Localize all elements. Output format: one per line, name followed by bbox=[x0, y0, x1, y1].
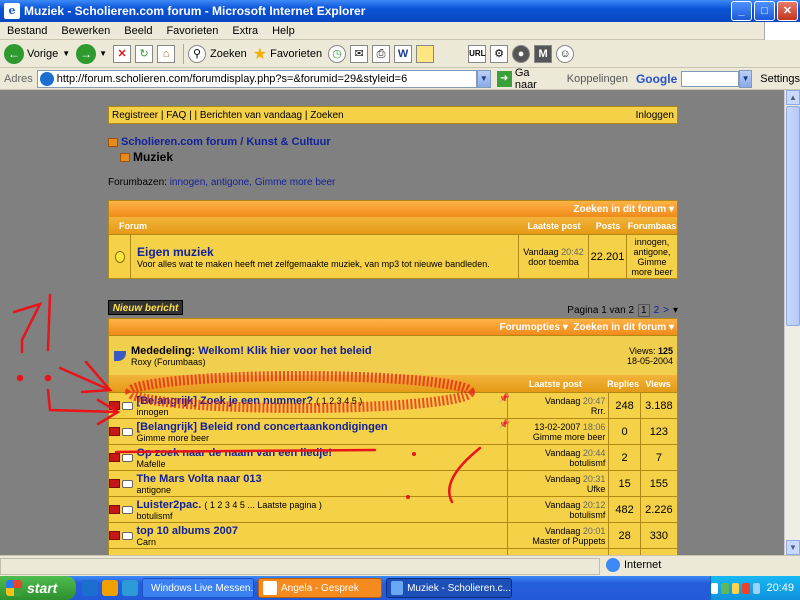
address-url: http://forum.scholieren.com/forumdisplay… bbox=[56, 72, 408, 85]
page-viewport: Registreer | FAQ | | Berichten van vanda… bbox=[0, 90, 784, 555]
favorites-button[interactable]: ★ Favorieten bbox=[253, 44, 322, 64]
chat-task-icon bbox=[263, 581, 277, 595]
menu-edit[interactable]: Bewerken bbox=[54, 25, 117, 37]
home-icon[interactable]: ⌂ bbox=[157, 44, 176, 63]
back-label: Vorige bbox=[27, 47, 59, 60]
desktop-quicklaunch-icon[interactable] bbox=[122, 580, 138, 596]
task-label: Windows Live Messen... bbox=[151, 582, 254, 594]
menubar: Bestand Bewerken Beeld Favorieten Extra … bbox=[0, 22, 800, 40]
star-icon: ★ bbox=[252, 45, 268, 63]
scroll-thumb[interactable] bbox=[786, 106, 800, 326]
vertical-scrollbar[interactable]: ▲ ▼ bbox=[784, 90, 800, 555]
window-title: Muziek - Scholieren.com forum - Microsof… bbox=[24, 4, 366, 18]
status-text bbox=[0, 557, 600, 575]
toolbar: ← Vorige ▼ → ▼ ✕ ↻ ⌂ ⚲ Zoeken ★ Favorieten ◷ … bbox=[0, 40, 800, 68]
taskbar: start Windows Live Messen... Angela - Ge… bbox=[0, 576, 800, 600]
question-mark-stroke bbox=[12, 301, 43, 354]
exclamation-dot bbox=[44, 374, 52, 382]
google-search-input[interactable] bbox=[681, 70, 739, 87]
forward-dropdown-icon[interactable]: ▼ bbox=[99, 49, 107, 58]
search-label: Zoeken bbox=[210, 47, 247, 60]
forward-button[interactable]: → ▼ bbox=[76, 43, 107, 64]
address-input[interactable]: http://forum.scholieren.com/forumdisplay… bbox=[36, 69, 478, 88]
minimize-button[interactable]: _ bbox=[731, 1, 752, 21]
scribble-overlay bbox=[12, 293, 482, 504]
start-button[interactable]: start bbox=[0, 576, 76, 600]
tool-icon[interactable]: ⚙ bbox=[490, 44, 509, 63]
menu-file[interactable]: Bestand bbox=[0, 25, 54, 37]
url-icon[interactable]: URL bbox=[468, 44, 487, 63]
print-icon[interactable]: ⎙ bbox=[372, 44, 391, 63]
links-label[interactable]: Koppelingen bbox=[567, 73, 628, 85]
back-arrow-icon: ← bbox=[4, 43, 24, 64]
search-button[interactable]: ⚲ Zoeken bbox=[188, 44, 247, 63]
address-dropdown-icon[interactable]: ▼ bbox=[477, 69, 491, 88]
search-icon: ⚲ bbox=[188, 44, 207, 63]
back-dropdown-icon[interactable]: ▼ bbox=[62, 49, 70, 58]
arrow-lower-icon bbox=[46, 388, 121, 426]
go-label: Ga naar bbox=[514, 66, 537, 91]
arrow-upper-icon bbox=[58, 360, 113, 394]
maximize-button[interactable]: □ bbox=[754, 1, 775, 21]
back-button[interactable]: ← Vorige ▼ bbox=[4, 43, 70, 64]
scribble-ellipse bbox=[125, 371, 475, 413]
address-bar: Adres http://forum.scholieren.com/forumd… bbox=[0, 66, 800, 91]
address-label: Adres bbox=[4, 72, 33, 85]
task-label: Muziek - Scholieren.c... bbox=[407, 582, 511, 594]
bracket-stroke bbox=[447, 446, 482, 504]
history-icon[interactable]: ◷ bbox=[328, 44, 347, 63]
mail-icon[interactable]: ✉ bbox=[350, 44, 369, 63]
word-icon[interactable]: W bbox=[394, 44, 413, 63]
page-icon bbox=[39, 71, 54, 86]
settings-button[interactable]: Settings bbox=[760, 73, 800, 85]
exclamation-stroke bbox=[46, 293, 52, 352]
ie-icon: e bbox=[4, 3, 20, 19]
close-button[interactable]: ✕ bbox=[777, 1, 798, 21]
dot-1 bbox=[412, 452, 416, 456]
forward-arrow-icon: → bbox=[76, 43, 97, 64]
task-angela[interactable]: Angela - Gesprek bbox=[258, 578, 382, 598]
task-ie-active[interactable]: Muziek - Scholieren.c... bbox=[386, 578, 512, 598]
zone-label: Internet bbox=[624, 559, 662, 571]
messenger-icon[interactable]: ● bbox=[512, 44, 531, 63]
tray-icon[interactable] bbox=[721, 582, 729, 594]
ie-task-icon bbox=[391, 581, 404, 595]
tray-icon[interactable] bbox=[710, 582, 719, 594]
google-dropdown-icon[interactable]: ▼ bbox=[738, 69, 753, 88]
toolbar-separator bbox=[183, 43, 185, 64]
system-tray: 20:49 bbox=[710, 576, 800, 600]
go-arrow-icon: ➜ bbox=[496, 70, 512, 87]
windows-flag-icon bbox=[6, 580, 22, 596]
ie-quicklaunch-icon[interactable] bbox=[82, 580, 98, 596]
refresh-icon[interactable]: ↻ bbox=[135, 44, 154, 63]
clock: 20:49 bbox=[766, 582, 794, 594]
tray-icon[interactable] bbox=[742, 582, 750, 594]
start-label: start bbox=[27, 580, 58, 596]
windows-logo bbox=[764, 22, 800, 40]
scroll-down-icon[interactable]: ▼ bbox=[786, 540, 800, 555]
folder-quicklaunch-icon[interactable] bbox=[102, 580, 118, 596]
underline-stroke bbox=[114, 448, 377, 454]
task-label: Angela - Gesprek bbox=[281, 582, 359, 594]
menu-tools[interactable]: Extra bbox=[225, 25, 265, 37]
tray-icon[interactable] bbox=[752, 582, 761, 594]
scroll-up-icon[interactable]: ▲ bbox=[786, 90, 800, 105]
window-titlebar[interactable]: e Muziek - Scholieren.com forum - Micros… bbox=[0, 0, 800, 22]
question-dot bbox=[16, 374, 24, 382]
dot-2 bbox=[406, 495, 410, 499]
menu-favorites[interactable]: Favorieten bbox=[159, 25, 225, 37]
menu-view[interactable]: Beeld bbox=[117, 25, 159, 37]
m-icon[interactable]: M bbox=[534, 44, 553, 63]
globe-icon bbox=[606, 558, 620, 572]
favorites-label: Favorieten bbox=[270, 47, 323, 60]
task-messenger[interactable]: Windows Live Messen... bbox=[142, 578, 254, 598]
statusbar: Internet bbox=[0, 555, 800, 576]
google-logo: Google bbox=[635, 71, 678, 86]
tray-icon[interactable] bbox=[731, 582, 740, 594]
menu-help[interactable]: Help bbox=[265, 25, 302, 37]
go-button[interactable]: ➜ Ga naar bbox=[496, 66, 553, 91]
stop-icon[interactable]: ✕ bbox=[113, 44, 132, 63]
people-icon[interactable]: ☺ bbox=[556, 44, 575, 63]
note-icon[interactable] bbox=[416, 44, 435, 63]
